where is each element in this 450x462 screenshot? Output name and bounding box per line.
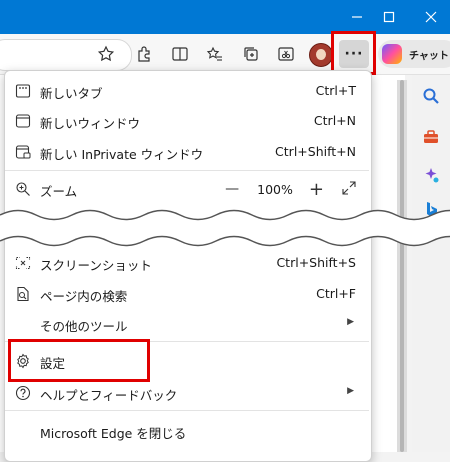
menu-item-label: 新しいウィンドウ [40,116,141,131]
menu-item-new-tab[interactable]: 新しいタブ Ctrl+T [4,76,370,106]
menu-item-new-window[interactable]: 新しいウィンドウ Ctrl+N [4,106,370,136]
sidebar-designer-icon[interactable] [420,164,442,186]
maximize-button[interactable] [366,0,412,34]
profile-avatar[interactable] [309,43,333,67]
menu-item-label: Microsoft Edge を閉じる [40,426,187,441]
menu-item-label: ページ内の検索 [40,289,128,304]
zoom-controls: — 100% + [225,178,356,200]
menu-item-label: 新しい InPrivate ウィンドウ [40,147,204,162]
close-window-button[interactable] [408,0,450,34]
chat-button[interactable]: チャット [378,40,450,68]
menu-separator [5,410,369,411]
zoom-in-button[interactable]: + [309,179,324,200]
menu-item-shortcut: Ctrl+T [315,83,356,98]
menu-item-label: その他のツール [40,319,128,334]
highlight-box-settings [8,339,150,382]
inprivate-icon [14,143,32,161]
highlight-box-more-button [331,31,376,75]
title-bar [0,0,450,34]
find-icon [14,285,32,303]
menu-item-shortcut: Ctrl+Shift+S [276,255,356,270]
maximize-icon [383,11,395,23]
minimize-icon [352,16,362,18]
sidebar-tools-icon[interactable] [420,126,442,148]
menu-item-shortcut: Ctrl+Shift+N [275,144,356,159]
browser-toolbar: ··· チャット [0,34,450,75]
menu-item-help-feedback[interactable]: ヘルプとフィードバック ▶ [4,378,370,408]
help-icon [14,384,32,402]
fullscreen-icon[interactable] [342,180,356,198]
zoom-value: 100% [257,181,293,197]
extensions-icon[interactable] [134,44,154,64]
new-window-icon [14,112,32,130]
menu-item-close-edge[interactable]: Microsoft Edge を閉じる [4,416,370,446]
collections-icon[interactable] [241,44,261,64]
menu-item-more-tools[interactable]: その他のツール ▶ [4,309,370,339]
split-screen-icon[interactable] [170,44,190,64]
zoom-out-button[interactable]: — [225,181,239,197]
close-icon [425,11,437,23]
sidebar-search-icon[interactable] [420,85,442,107]
menu-item-shortcut: Ctrl+F [316,286,356,301]
favorite-star-icon[interactable] [96,44,116,64]
cut-wave-indicator [0,209,450,247]
zoom-icon [14,180,32,198]
chat-label: チャット [409,50,449,62]
menu-item-screenshot[interactable]: スクリーンショット Ctrl+Shift+S [4,248,370,278]
menu-item-label: ズーム [40,184,78,199]
menu-item-zoom: ズーム — 100% + [4,174,370,204]
menu-item-new-inprivate[interactable]: 新しい InPrivate ウィンドウ Ctrl+Shift+N [4,137,370,167]
submenu-arrow-icon: ▶ [347,317,354,327]
scrollbar-thumb[interactable] [400,80,404,452]
copilot-icon [382,44,402,64]
screenshot-icon [14,254,32,272]
new-tab-icon [14,82,32,100]
menu-item-find-on-page[interactable]: ページ内の検索 Ctrl+F [4,279,370,309]
menu-item-shortcut: Ctrl+N [313,113,356,128]
menu-item-label: スクリーンショット [40,258,152,273]
web-capture-icon[interactable] [276,44,296,64]
menu-item-label: 新しいタブ [40,86,103,101]
favorites-icon[interactable] [205,44,225,64]
menu-separator [5,170,369,171]
submenu-arrow-icon: ▶ [347,386,354,396]
menu-item-label: ヘルプとフィードバック [40,388,178,403]
